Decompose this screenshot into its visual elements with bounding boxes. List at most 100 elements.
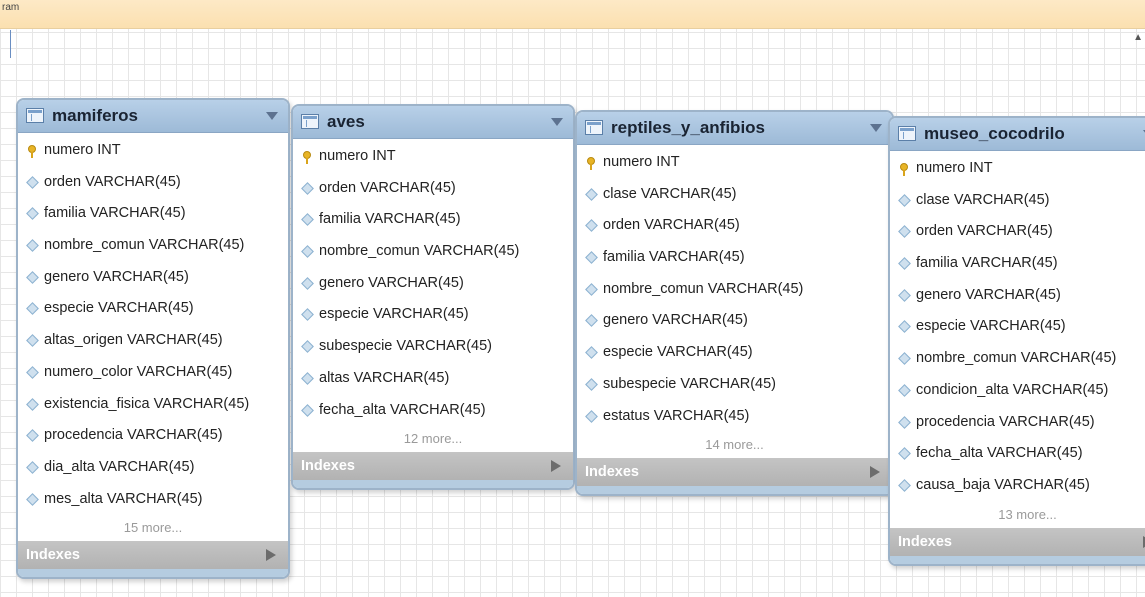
more-columns-link[interactable]: 13 more... [890,502,1145,528]
column-row[interactable]: nombre_comun VARCHAR(45) [18,230,288,262]
column-row[interactable]: familia VARCHAR(45) [293,204,573,236]
column-row[interactable]: dia_alta VARCHAR(45) [18,452,288,484]
column-row[interactable]: condicion_alta VARCHAR(45) [890,375,1145,407]
indexes-section[interactable]: Indexes [18,541,288,570]
column-row[interactable]: especie VARCHAR(45) [18,293,288,325]
indexes-section[interactable]: Indexes [890,527,1145,556]
column-row[interactable]: fecha_alta VARCHAR(45) [293,395,573,427]
table-museo-cocodrilo[interactable]: museo_cocodrilonumero INT clase VARCHAR(4… [888,116,1145,566]
column-list: numero INT orden VARCHAR(45) familia VARCH… [18,133,288,515]
table-aves[interactable]: aves numero INT orden VARCHAR(45) familia V… [291,104,575,491]
expand-arrow-icon[interactable] [266,549,276,562]
table-header[interactable]: reptiles_y_anfibios [577,112,892,145]
column-row[interactable]: especie VARCHAR(45) [293,299,573,331]
column-row[interactable]: clase VARCHAR(45) [577,179,892,211]
column-diamond-icon [301,340,314,353]
indexes-section[interactable]: Indexes [577,458,892,487]
table-footer [18,569,288,578]
column-row[interactable]: genero VARCHAR(45) [890,280,1145,312]
collapse-arrow-icon[interactable] [551,118,563,126]
column-row[interactable]: numero INT [18,135,288,167]
table-name: museo_cocodrilo [924,124,1065,143]
indexes-label: Indexes [301,458,355,475]
column-row[interactable]: nombre_comun VARCHAR(45) [577,274,892,306]
table-icon [898,126,916,141]
column-diamond-icon [898,225,911,239]
column-label: genero VARCHAR(45) [44,268,189,285]
column-label: nombre_comun VARCHAR(45) [44,237,245,254]
column-row[interactable]: orden VARCHAR(45) [293,173,573,205]
column-row[interactable]: orden VARCHAR(45) [577,210,892,242]
column-diamond-icon [585,251,598,264]
expand-arrow-icon[interactable] [551,460,561,473]
column-label: estatus VARCHAR(45) [603,407,750,424]
column-label: orden VARCHAR(45) [603,217,740,234]
indexes-label: Indexes [898,533,952,550]
more-columns-link[interactable]: 14 more... [577,432,892,458]
table-icon [585,120,603,135]
column-row[interactable]: procedencia VARCHAR(45) [890,407,1145,439]
column-row[interactable]: causa_baja VARCHAR(45) [890,470,1145,502]
column-row[interactable]: genero VARCHAR(45) [577,305,892,337]
indexes-label: Indexes [26,547,80,564]
column-row[interactable]: familia VARCHAR(45) [577,242,892,274]
column-row[interactable]: especie VARCHAR(45) [577,337,892,369]
column-label: genero VARCHAR(45) [319,274,464,291]
column-row[interactable]: mes_alta VARCHAR(45) [18,484,288,516]
column-row[interactable]: estatus VARCHAR(45) [577,401,892,433]
column-row[interactable]: familia VARCHAR(45) [18,198,288,230]
column-row[interactable]: altas_origen VARCHAR(45) [18,325,288,357]
column-row[interactable]: existencia_fisica VARCHAR(45) [18,389,288,421]
column-row[interactable]: orden VARCHAR(45) [890,216,1145,248]
column-diamond-icon [26,461,39,474]
expand-arrow-icon[interactable] [870,466,880,479]
indexes-section[interactable]: Indexes [293,452,573,481]
column-diamond-icon [301,245,314,258]
table-mamiferos[interactable]: mamiferos numero INT orden VARCHAR(45) fami… [16,98,290,580]
column-label: numero INT [319,148,396,164]
column-row[interactable]: numero INT [890,153,1145,185]
column-diamond-icon [898,383,911,397]
column-row[interactable]: genero VARCHAR(45) [18,262,288,294]
column-row[interactable]: clase VARCHAR(45) [890,185,1145,217]
table-name: mamiferos [52,106,138,125]
column-label: numero INT [44,142,121,158]
column-row[interactable]: numero INT [293,141,573,173]
column-label: especie VARCHAR(45) [44,300,194,317]
primary-key-icon [587,157,595,170]
column-row[interactable]: procedencia VARCHAR(45) [18,420,288,452]
column-row[interactable]: fecha_alta VARCHAR(45) [890,438,1145,470]
column-diamond-icon [301,276,314,290]
column-row[interactable]: numero INT [577,147,892,179]
table-reptiles-y-anfibios[interactable]: reptiles_y_anfibios numero INT clase VARCH… [575,110,894,497]
column-row[interactable]: altas VARCHAR(45) [293,363,573,395]
collapse-arrow-icon[interactable] [266,112,278,120]
column-diamond-icon [26,365,39,379]
column-label: familia VARCHAR(45) [44,205,186,222]
column-row[interactable]: especie VARCHAR(45) [890,311,1145,343]
primary-key-icon [303,151,311,164]
column-diamond-icon [26,429,39,443]
table-header[interactable]: museo_cocodrilo [890,118,1145,151]
column-label: altas_origen VARCHAR(45) [44,332,223,349]
column-row[interactable]: orden VARCHAR(45) [18,167,288,199]
column-row[interactable]: numero_color VARCHAR(45) [18,357,288,389]
column-diamond-icon [26,492,39,506]
column-label: familia VARCHAR(45) [603,249,745,266]
column-diamond-icon [585,377,598,391]
more-columns-link[interactable]: 15 more... [18,515,288,541]
column-row[interactable]: subespecie VARCHAR(45) [577,369,892,401]
column-diamond-icon [585,346,598,359]
table-header[interactable]: mamiferos [18,100,288,133]
column-label: nombre_comun VARCHAR(45) [916,350,1117,367]
column-row[interactable]: subespecie VARCHAR(45) [293,331,573,363]
table-header[interactable]: aves [293,106,573,139]
column-diamond-icon [26,270,39,284]
column-row[interactable]: genero VARCHAR(45) [293,268,573,300]
collapse-arrow-icon[interactable] [870,124,882,132]
column-row[interactable]: nombre_comun VARCHAR(45) [890,343,1145,375]
column-row[interactable]: familia VARCHAR(45) [890,248,1145,280]
scroll-up-indicator[interactable]: ▲ [1133,32,1143,43]
column-row[interactable]: nombre_comun VARCHAR(45) [293,236,573,268]
more-columns-link[interactable]: 12 more... [293,426,573,452]
